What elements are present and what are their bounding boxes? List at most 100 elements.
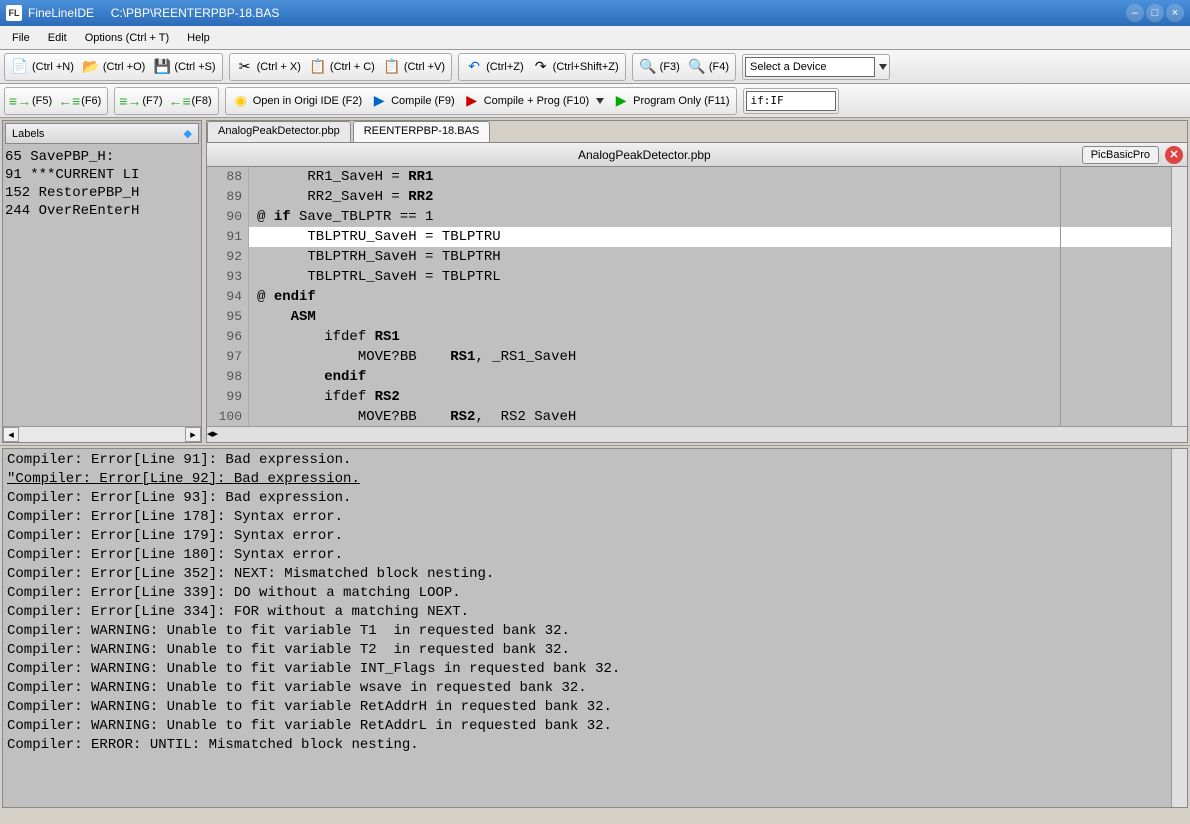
code-line[interactable]: @ endif (249, 287, 1171, 307)
find-next-button[interactable]: 🔍(F4) (684, 56, 733, 78)
save-file-button[interactable]: 💾(Ctrl +S) (149, 56, 219, 78)
output-line[interactable]: Compiler: WARNING: Unable to fit variabl… (7, 641, 1183, 660)
find-button[interactable]: 🔍(F3) (635, 56, 684, 78)
paste-icon: 📋 (383, 58, 401, 76)
line-gutter: 888990919293949596979899100 (207, 167, 249, 426)
ruler-line (1060, 167, 1061, 426)
dropdown-arrow-icon[interactable] (879, 64, 887, 70)
compile-button[interactable]: ▶Compile (F9) (366, 90, 459, 112)
if-input[interactable] (746, 91, 836, 111)
tab[interactable]: REENTERPBP-18.BAS (353, 121, 491, 142)
scroll-track[interactable] (19, 427, 185, 442)
scroll-right-button[interactable]: ▸ (213, 427, 219, 442)
output-line[interactable]: Compiler: ERROR: UNTIL: Mismatched block… (7, 736, 1183, 755)
open-folder-icon: 📂 (82, 58, 100, 76)
maximize-button[interactable]: □ (1146, 4, 1164, 22)
cut-icon: ✂ (236, 58, 254, 76)
code-line[interactable]: TBLPTRH_SaveH = TBLPTRH (249, 247, 1171, 267)
editor-vscroll[interactable] (1171, 167, 1187, 426)
close-tab-button[interactable]: ✕ (1165, 146, 1183, 164)
code-line[interactable]: ifdef RS1 (249, 327, 1171, 347)
device-select[interactable] (745, 57, 875, 77)
cut-button[interactable]: ✂(Ctrl + X) (232, 56, 305, 78)
circle-icon: ◉ (232, 92, 250, 110)
label-row[interactable]: 91 ***CURRENT LI (5, 166, 199, 184)
step-f8-button[interactable]: ←≡(F8) (167, 90, 216, 112)
paste-button[interactable]: 📋(Ctrl +V) (379, 56, 449, 78)
redo-icon: ↷ (532, 58, 550, 76)
window-controls: – □ × (1126, 4, 1184, 22)
output-line[interactable]: Compiler: Error[Line 334]: FOR without a… (7, 603, 1183, 622)
output-line[interactable]: Compiler: Error[Line 93]: Bad expression… (7, 489, 1183, 508)
editor-header: AnalogPeakDetector.pbp PicBasicPro ✕ (207, 143, 1187, 167)
labels-panel: Labels ◆ 65 SavePBP_H:91 ***CURRENT LI15… (2, 120, 202, 443)
code-area[interactable]: 888990919293949596979899100 RR1_SaveH = … (207, 167, 1187, 426)
step-f6-button[interactable]: ←≡(F6) (56, 90, 105, 112)
code-line[interactable]: ASM (249, 307, 1171, 327)
new-file-button[interactable]: 📄(Ctrl +N) (7, 56, 78, 78)
toolbar-row-2: ≡→(F5) ←≡(F6) ≡→(F7) ←≡(F8) ◉Open in Ori… (0, 84, 1190, 118)
step-f5-button[interactable]: ≡→(F5) (7, 90, 56, 112)
menu-help[interactable]: Help (179, 29, 218, 47)
output-line[interactable]: "Compiler: Error[Line 92]: Bad expressio… (7, 470, 1183, 489)
output-line[interactable]: Compiler: Error[Line 352]: NEXT: Mismatc… (7, 565, 1183, 584)
code-line[interactable]: TBLPTRL_SaveH = TBLPTRL (249, 267, 1171, 287)
play-green-icon: ▶ (612, 92, 630, 110)
save-icon: 💾 (153, 58, 171, 76)
close-window-button[interactable]: × (1166, 4, 1184, 22)
code-line[interactable]: RR1_SaveH = RR1 (249, 167, 1171, 187)
undo-button[interactable]: ↶(Ctrl+Z) (461, 56, 528, 78)
play-icon: ▶ (370, 92, 388, 110)
label-row[interactable]: 152 RestorePBP_H (5, 184, 199, 202)
chevron-down-icon[interactable] (596, 98, 604, 104)
compile-prog-button[interactable]: ▶Compile + Prog (F10) (459, 90, 608, 112)
menu-bar: File Edit Options (Ctrl + T) Help (0, 26, 1190, 50)
code-body[interactable]: RR1_SaveH = RR1 RR2_SaveH = RR2@ if Save… (249, 167, 1171, 426)
output-line[interactable]: Compiler: Error[Line 179]: Syntax error. (7, 527, 1183, 546)
menu-options[interactable]: Options (Ctrl + T) (77, 29, 177, 47)
output-vscroll[interactable] (1171, 449, 1187, 807)
label-row[interactable]: 244 OverReEnterH (5, 202, 199, 220)
open-file-button[interactable]: 📂(Ctrl +O) (78, 56, 149, 78)
editor-hscroll[interactable]: ◂ ▸ (207, 426, 1187, 442)
minimize-button[interactable]: – (1126, 4, 1144, 22)
editor-file-title: AnalogPeakDetector.pbp (211, 148, 1078, 162)
output-line[interactable]: Compiler: Error[Line 180]: Syntax error. (7, 546, 1183, 565)
tab[interactable]: AnalogPeakDetector.pbp (207, 121, 351, 142)
labels-header[interactable]: Labels ◆ (5, 123, 199, 144)
label-row[interactable]: 65 SavePBP_H: (5, 148, 199, 166)
file-path: C:\PBP\REENTERPBP-18.BAS (111, 6, 280, 20)
output-line[interactable]: Compiler: Error[Line 178]: Syntax error. (7, 508, 1183, 527)
open-orig-ide-button[interactable]: ◉Open in Origi IDE (F2) (228, 90, 366, 112)
scroll-right-button[interactable]: ▸ (185, 427, 201, 442)
code-line[interactable]: ifdef RS2 (249, 387, 1171, 407)
copy-button[interactable]: 📋(Ctrl + C) (305, 56, 379, 78)
program-only-button[interactable]: ▶Program Only (F11) (608, 90, 733, 112)
redo-button[interactable]: ↷(Ctrl+Shift+Z) (528, 56, 623, 78)
menu-file[interactable]: File (4, 29, 38, 47)
indent-icon: ≡→ (121, 92, 139, 110)
indent-icon: ≡→ (11, 92, 29, 110)
copy-icon: 📋 (309, 58, 327, 76)
code-line[interactable]: endif (249, 367, 1171, 387)
step-f7-button[interactable]: ≡→(F7) (117, 90, 166, 112)
app-icon: FL (6, 5, 22, 21)
menu-edit[interactable]: Edit (40, 29, 75, 47)
output-line[interactable]: Compiler: WARNING: Unable to fit variabl… (7, 660, 1183, 679)
labels-hscroll[interactable]: ◂ ▸ (3, 426, 201, 442)
output-panel[interactable]: Compiler: Error[Line 91]: Bad expression… (2, 448, 1188, 808)
output-line[interactable]: Compiler: Error[Line 91]: Bad expression… (7, 451, 1183, 470)
scroll-left-button[interactable]: ◂ (3, 427, 19, 442)
output-line[interactable]: Compiler: WARNING: Unable to fit variabl… (7, 698, 1183, 717)
output-line[interactable]: Compiler: WARNING: Unable to fit variabl… (7, 679, 1183, 698)
code-line[interactable]: @ if Save_TBLPTR == 1 (249, 207, 1171, 227)
code-line[interactable]: MOVE?BB RS2, RS2 SaveH (249, 407, 1171, 426)
labels-list[interactable]: 65 SavePBP_H:91 ***CURRENT LI152 Restore… (3, 146, 201, 426)
output-line[interactable]: Compiler: WARNING: Unable to fit variabl… (7, 622, 1183, 641)
language-button[interactable]: PicBasicPro (1082, 146, 1159, 164)
output-line[interactable]: Compiler: WARNING: Unable to fit variabl… (7, 717, 1183, 736)
code-line[interactable]: MOVE?BB RS1, _RS1_SaveH (249, 347, 1171, 367)
output-line[interactable]: Compiler: Error[Line 339]: DO without a … (7, 584, 1183, 603)
code-line[interactable]: RR2_SaveH = RR2 (249, 187, 1171, 207)
code-line[interactable]: TBLPTRU_SaveH = TBLPTRU (249, 227, 1171, 247)
